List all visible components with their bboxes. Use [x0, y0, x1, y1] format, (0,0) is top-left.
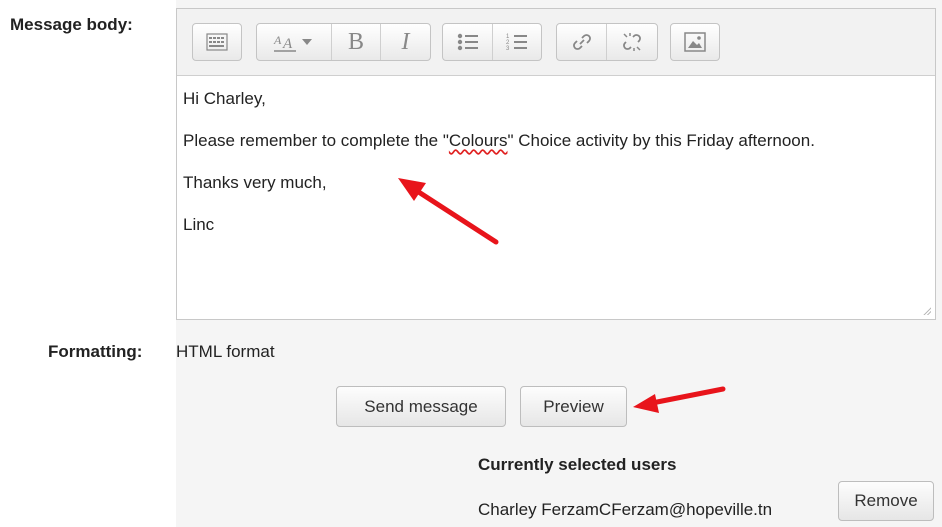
toolbar-group-lists: 1 2 3: [442, 23, 542, 61]
message-body-label: Message body:: [10, 15, 133, 34]
selected-user-row: Charley FerzamCFerzam@hopeville.tn: [478, 500, 772, 520]
selected-user-name: Charley Ferzam: [478, 500, 599, 519]
link-button[interactable]: [557, 24, 607, 60]
unordered-list-button[interactable]: [443, 24, 493, 60]
formatting-value: HTML format: [176, 342, 275, 361]
selected-user-email: CFerzam@hopeville.tn: [598, 500, 773, 519]
message-signoff: Thanks very much,: [183, 173, 327, 192]
editor-content-area[interactable]: Hi Charley, Please remember to complete …: [183, 89, 935, 257]
preview-button[interactable]: Preview: [520, 386, 627, 427]
toolbar-group-toggle: [192, 23, 242, 61]
italic-button[interactable]: I: [381, 24, 430, 60]
message-editor: A A B I 1 2 3 Hi Charley, Please remembe…: [176, 8, 936, 320]
bullet-list-icon: [457, 33, 478, 51]
svg-text:A: A: [273, 33, 282, 47]
remove-user-button[interactable]: Remove: [838, 481, 934, 521]
editor-toolbar: A A B I 1 2 3: [177, 9, 935, 76]
formatting-label: Formatting:: [48, 342, 143, 361]
message-body-after: " Choice activity by this Friday afterno…: [507, 131, 815, 150]
link-icon: [572, 34, 591, 50]
image-icon: [684, 32, 706, 52]
send-message-button[interactable]: Send message: [336, 386, 506, 427]
bold-button[interactable]: B: [332, 24, 381, 60]
message-greeting: Hi Charley,: [183, 89, 266, 108]
font-style-button[interactable]: A A: [257, 24, 332, 60]
message-body-before: Please remember to complete the ": [183, 131, 449, 150]
image-button[interactable]: [671, 24, 719, 60]
resize-grip-icon[interactable]: [921, 305, 931, 315]
unlink-icon: [623, 33, 641, 51]
bold-icon: B: [347, 28, 364, 55]
selected-users-heading: Currently selected users: [478, 455, 677, 474]
spelling-error-word: Colours: [448, 131, 508, 150]
italic-icon: I: [401, 28, 410, 55]
toolbar-group-media: [670, 23, 720, 61]
toolbar-toggle-button[interactable]: [193, 24, 241, 60]
toolbar-group-style: A A B I: [256, 23, 431, 61]
ordered-list-button[interactable]: 1 2 3: [493, 24, 541, 60]
message-body-line: Please remember to complete the "Colours…: [183, 131, 935, 151]
toolbar-group-links: [556, 23, 658, 61]
numbered-list-icon: 1 2 3: [506, 34, 527, 52]
message-signature: Linc: [183, 215, 215, 234]
unlink-button[interactable]: [607, 24, 657, 60]
svg-text:A: A: [282, 36, 293, 52]
font-style-icon: A A: [273, 33, 312, 52]
svg-text:3: 3: [506, 46, 510, 52]
toolbar-toggle-icon: [206, 33, 228, 51]
